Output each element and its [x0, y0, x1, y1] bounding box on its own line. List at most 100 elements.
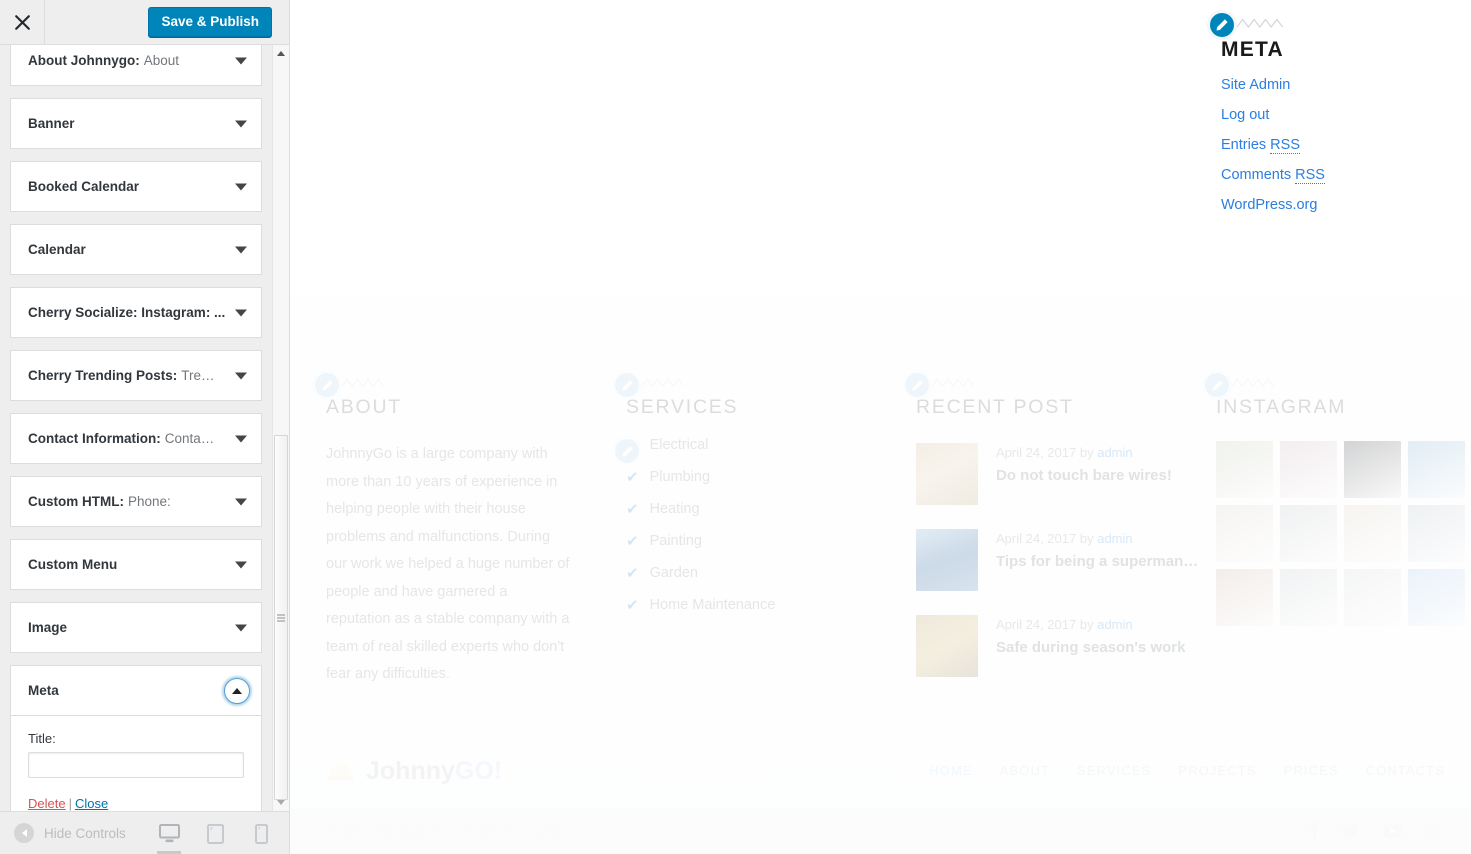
footer-nav-about[interactable]: ABOUT — [1000, 763, 1050, 778]
edit-pencil-icon[interactable] — [1202, 370, 1232, 400]
hide-controls-button[interactable]: Hide Controls — [0, 822, 132, 844]
instagram-thumbnail[interactable] — [1280, 441, 1337, 498]
widget-header[interactable]: About Johnnygo: About — [11, 45, 261, 85]
footer-brand[interactable]: JohnnyGO! — [326, 757, 502, 786]
widget-header[interactable]: Booked Calendar — [11, 162, 261, 211]
scroll-up-arrow-icon[interactable] — [273, 45, 289, 62]
widget-item-custom-html[interactable]: Custom HTML: Phone: — [10, 476, 262, 527]
footer-nav-contacts[interactable]: CONTACTS — [1366, 763, 1445, 778]
customizer-panel: Save & Publish About Johnnygo: About Ban… — [0, 0, 290, 854]
edit-pencil-icon[interactable] — [1207, 10, 1237, 40]
arrow-left-icon — [14, 823, 34, 843]
widget-item-meta[interactable]: Meta Title: Delete | Close — [10, 665, 262, 811]
instagram-thumbnail[interactable] — [1408, 569, 1465, 626]
widget-header[interactable]: Image — [11, 603, 261, 652]
list-item[interactable]: ✔ Plumbing — [626, 469, 902, 485]
widget-title: Meta — [28, 683, 59, 698]
widget-header[interactable]: Custom HTML: Phone: — [11, 477, 261, 526]
facebook-icon[interactable] — [1309, 821, 1320, 841]
list-item[interactable]: April 24, 2017 by admin Tips for being a… — [916, 529, 1202, 591]
site-preview[interactable]: META Site Admin Log out Entries RSS Comm… — [290, 0, 1471, 854]
widget-header[interactable]: Contact Information: Contac... — [11, 414, 261, 463]
instagram-thumbnail[interactable] — [1216, 505, 1273, 562]
widget-item-cherry-socialize[interactable]: Cherry Socialize: Instagram: ... — [10, 287, 262, 338]
delete-widget-link[interactable]: Delete — [28, 796, 66, 811]
widget-title: Cherry Socialize: Instagram: ... — [28, 305, 226, 320]
widget-subtitle: About — [143, 53, 180, 68]
post-meta: April 24, 2017 by admin — [996, 617, 1133, 632]
customizer-header: Save & Publish — [0, 0, 289, 45]
preview-mobile-button[interactable] — [241, 813, 281, 854]
widget-header[interactable]: Meta — [11, 666, 261, 715]
post-title: Do not touch bare wires! — [996, 467, 1172, 484]
footer-nav-home[interactable]: HOME — [929, 763, 972, 778]
instagram-thumbnail[interactable] — [1344, 505, 1401, 562]
twitter-icon[interactable] — [1342, 823, 1361, 839]
save-and-publish-button[interactable]: Save & Publish — [148, 7, 272, 37]
list-item[interactable]: ✔ Heating — [626, 501, 902, 517]
widget-header[interactable]: Banner — [11, 99, 261, 148]
instagram-thumbnail[interactable] — [1216, 569, 1273, 626]
footer-nav-services[interactable]: SERVICES — [1077, 763, 1151, 778]
edit-pencil-icon[interactable] — [612, 370, 642, 400]
list-item[interactable]: ✔ Home Maintenance — [626, 597, 902, 613]
site-admin-link[interactable]: Site Admin — [1221, 77, 1290, 93]
widget-item-image[interactable]: Image — [10, 602, 262, 653]
widget-item-cherry-trending-posts[interactable]: Cherry Trending Posts: Tren... — [10, 350, 262, 401]
customizer-scrollbar[interactable] — [272, 45, 289, 811]
footer-nav-prices[interactable]: PRICES — [1284, 763, 1339, 778]
instagram-thumbnail[interactable] — [1408, 505, 1465, 562]
helmet-logo-icon — [328, 761, 354, 780]
customizer-footer-bar: Hide Controls — [0, 811, 289, 854]
list-item[interactable]: ✔ Painting — [626, 533, 902, 549]
widget-item-custom-menu[interactable]: Custom Menu — [10, 539, 262, 590]
entries-rss-link[interactable]: Entries RSS — [1221, 137, 1300, 154]
log-out-link[interactable]: Log out — [1221, 107, 1269, 123]
title-input[interactable] — [28, 752, 244, 778]
scroll-down-arrow-icon[interactable] — [273, 794, 289, 811]
widget-subtitle: Tren... — [181, 368, 217, 383]
edit-pencil-icon[interactable] — [902, 370, 932, 400]
widget-header[interactable]: Custom Menu — [11, 540, 261, 589]
widget-title: About Johnnygo: — [28, 53, 140, 68]
list-item[interactable]: April 24, 2017 by admin Safe during seas… — [916, 615, 1202, 677]
close-icon[interactable] — [0, 0, 45, 44]
edit-pencil-icon[interactable] — [312, 370, 342, 400]
widget-item-calendar[interactable]: Calendar — [10, 224, 262, 275]
site-footer-area: ABOUT JohnnyGo is a large company with m… — [290, 295, 1471, 854]
widget-item-about-johnnygo[interactable]: About Johnnygo: About — [10, 45, 262, 86]
instagram-thumbnail[interactable] — [1408, 441, 1465, 498]
service-label: Garden — [649, 565, 698, 581]
comments-rss-link[interactable]: Comments RSS — [1221, 167, 1325, 184]
collapse-widget-button[interactable] — [224, 677, 250, 704]
footer-nav-projects[interactable]: PROJECTS — [1178, 763, 1256, 778]
widget-header[interactable]: Cherry Trending Posts: Tren... — [11, 351, 261, 400]
title-field-label: Title: — [28, 731, 56, 746]
services-list: ✔Electrical ✔Plumbing ✔Heating ✔Painting… — [626, 437, 902, 613]
widget-item-booked-calendar[interactable]: Booked Calendar — [10, 161, 262, 212]
preview-desktop-button[interactable] — [149, 813, 189, 854]
list-item[interactable]: ✔Electrical — [626, 437, 902, 453]
scrollbar-thumb[interactable] — [274, 435, 288, 800]
service-label: Plumbing — [649, 469, 711, 485]
instagram-icon[interactable] — [1424, 822, 1441, 840]
instagram-thumbnail[interactable] — [1280, 505, 1337, 562]
instagram-thumbnail[interactable] — [1280, 569, 1337, 626]
wordpress-org-link[interactable]: WordPress.org — [1221, 197, 1317, 213]
footer-brand-text: JohnnyGO! — [366, 757, 503, 785]
preview-tablet-button[interactable] — [195, 813, 235, 854]
list-item[interactable]: ✔ Garden — [626, 565, 902, 581]
close-widget-link[interactable]: Close — [75, 796, 108, 811]
widget-header[interactable]: Calendar — [11, 225, 261, 274]
list-item[interactable]: April 24, 2017 by admin Do not touch bar… — [916, 443, 1202, 505]
instagram-thumbnail[interactable] — [1344, 441, 1401, 498]
widget-header[interactable]: Cherry Socialize: Instagram: ... — [11, 288, 261, 337]
instagram-thumbnail[interactable] — [1344, 569, 1401, 626]
widget-item-banner[interactable]: Banner — [10, 98, 262, 149]
footer-nav: HOME ABOUT SERVICES PROJECTS PRICES CONT… — [929, 763, 1445, 778]
check-icon: ✔ — [626, 532, 639, 550]
youtube-icon[interactable] — [1383, 824, 1402, 838]
widget-item-contact-information[interactable]: Contact Information: Contac... — [10, 413, 262, 464]
instagram-thumbnail[interactable] — [1216, 441, 1273, 498]
edit-pencil-icon[interactable] — [612, 436, 642, 466]
